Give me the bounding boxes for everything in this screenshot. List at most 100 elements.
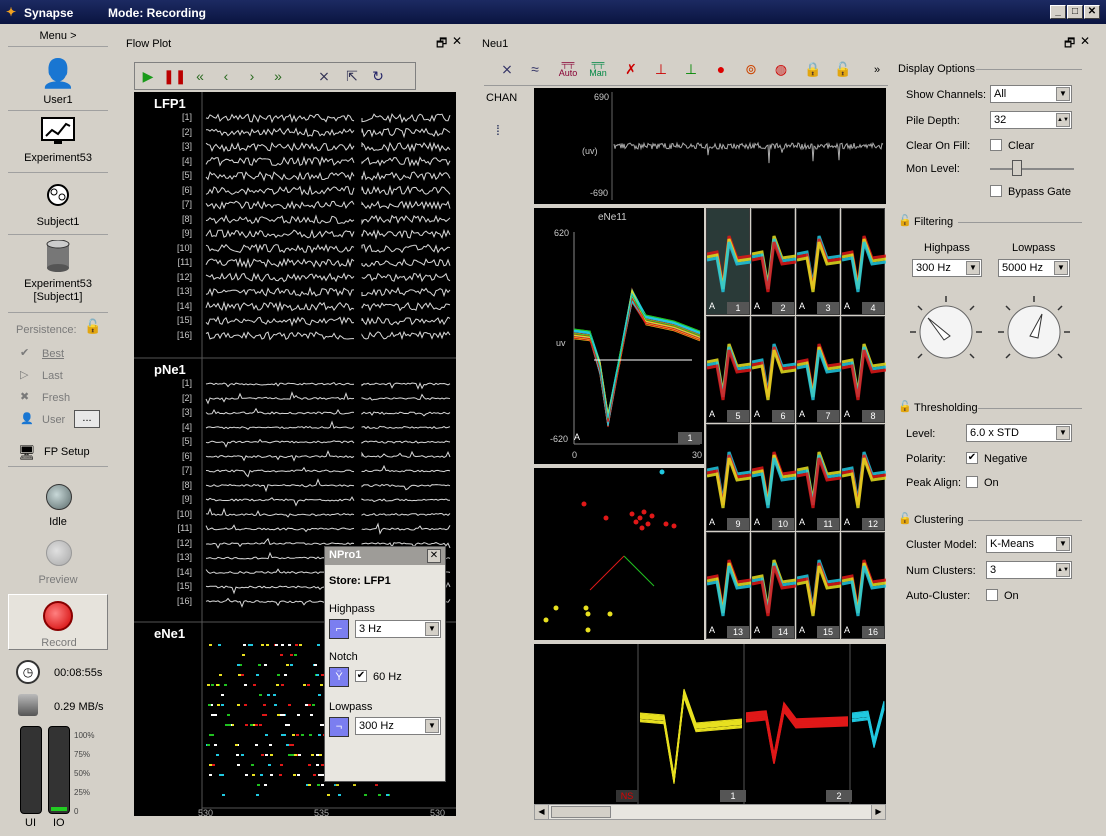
- axis-red-icon[interactable]: ⊥: [650, 58, 672, 80]
- idle-label[interactable]: Idle: [6, 516, 110, 528]
- spike-cell[interactable]: A 10: [751, 424, 797, 531]
- spike-cell[interactable]: A5: [706, 316, 752, 423]
- user-icon[interactable]: 👤: [40, 56, 76, 92]
- cluster-model-select[interactable]: K-Means ▼: [986, 535, 1072, 553]
- spike-cell[interactable]: A7: [796, 316, 842, 423]
- filter-lock-icon[interactable]: 🔓: [898, 214, 912, 227]
- level-select[interactable]: 6.0 x STD ▼: [966, 424, 1072, 442]
- negative-checkbox[interactable]: ✔: [966, 452, 978, 464]
- scroll-left-icon[interactable]: ◀: [535, 805, 549, 819]
- npro-lowpass-select[interactable]: 300 Hz ▼: [355, 717, 441, 735]
- globe-icon[interactable]: ◍: [770, 58, 792, 80]
- fresh-option[interactable]: Fresh: [42, 392, 70, 404]
- step-back-icon[interactable]: ‹: [215, 65, 237, 87]
- experiment-label[interactable]: Experiment53: [6, 152, 110, 164]
- clusters-icon[interactable]: ●: [710, 58, 732, 80]
- menu-button[interactable]: Menu >: [6, 30, 110, 42]
- close-button[interactable]: ✕: [1084, 5, 1100, 19]
- export-icon[interactable]: ⇱: [341, 65, 363, 87]
- spike-cell[interactable]: A 14: [751, 532, 797, 639]
- play-icon[interactable]: ▶: [137, 65, 159, 87]
- scroll-thumb[interactable]: [551, 806, 611, 818]
- undock-icon[interactable]: 🗗: [436, 34, 447, 55]
- maximize-button[interactable]: □: [1067, 5, 1083, 19]
- cluster-lock-icon[interactable]: 🔓: [898, 512, 912, 525]
- notch-filter-icon[interactable]: Ϋ: [329, 667, 349, 687]
- monitor-icon[interactable]: 🖥: [18, 444, 36, 461]
- lock-open-icon[interactable]: 🔓: [832, 58, 854, 80]
- stream-trace[interactable]: 690 (uv) -690: [534, 88, 886, 204]
- peak-align-checkbox[interactable]: [966, 476, 978, 488]
- wave-icon[interactable]: ≈: [524, 58, 546, 80]
- idle-icon[interactable]: [46, 484, 72, 510]
- refresh-icon[interactable]: ↻: [367, 65, 389, 87]
- spike-cell[interactable]: A 12: [841, 424, 887, 531]
- lowpass-filter-icon[interactable]: ¬: [329, 717, 349, 737]
- pile-depth-input[interactable]: 32 ▲▼: [990, 111, 1072, 129]
- fast-forward-icon[interactable]: »: [267, 65, 289, 87]
- scroll-right-icon[interactable]: ▶: [871, 805, 885, 819]
- num-clusters-input[interactable]: 3 ▲▼: [986, 561, 1072, 579]
- spike-cell[interactable]: A1: [706, 208, 752, 315]
- overflow-icon[interactable]: »: [874, 64, 880, 76]
- spike-cell[interactable]: A2: [751, 208, 797, 315]
- spike-cell[interactable]: A 13: [706, 532, 752, 639]
- auto-button[interactable]: ╤╤ Auto: [556, 58, 580, 78]
- settings-undock-icon[interactable]: 🗗: [1064, 34, 1075, 55]
- user-option[interactable]: User: [42, 414, 65, 426]
- npro-close-icon[interactable]: ✕: [427, 549, 441, 563]
- preview-icon[interactable]: [46, 540, 72, 566]
- collapse-icon[interactable]: ⨯: [496, 58, 518, 80]
- spike-cell[interactable]: A6: [751, 316, 797, 423]
- spike-cell[interactable]: A 15: [796, 532, 842, 639]
- cluster-waves[interactable]: NS 1 2: [534, 644, 886, 804]
- rings-icon[interactable]: ⊚: [740, 58, 762, 80]
- user-label[interactable]: User1: [6, 94, 110, 106]
- highpass-select[interactable]: 300 Hz ▼: [912, 259, 982, 277]
- lock-closed-icon[interactable]: 🔒: [802, 58, 824, 80]
- lock-icon[interactable]: 🔓: [84, 318, 101, 335]
- best-option[interactable]: Best: [42, 348, 64, 360]
- block-label-2[interactable]: [Subject1]: [6, 291, 110, 303]
- axis-green-icon[interactable]: ⊥: [680, 58, 702, 80]
- npro-highpass-select[interactable]: 3 Hz ▼: [355, 620, 441, 638]
- spike-cell[interactable]: A8: [841, 316, 887, 423]
- bypass-gate-checkbox[interactable]: [990, 185, 1002, 197]
- subject-label[interactable]: Subject1: [6, 216, 110, 228]
- pause-icon[interactable]: ❚❚: [163, 65, 186, 87]
- compress-icon[interactable]: ⨯: [313, 65, 335, 87]
- no-threshold-icon[interactable]: ✗: [620, 58, 642, 80]
- spike-cell[interactable]: A9: [706, 424, 752, 531]
- notch-checkbox[interactable]: ✔: [355, 670, 367, 682]
- preview-label[interactable]: Preview: [6, 574, 110, 586]
- subject-icon[interactable]: [40, 180, 76, 216]
- manual-button[interactable]: ╤╤ Man: [586, 58, 610, 78]
- fp-setup-button[interactable]: FP Setup: [44, 446, 90, 458]
- cluster-scatter[interactable]: [534, 468, 704, 640]
- highpass-filter-icon[interactable]: ⌐: [329, 619, 349, 639]
- rewind-icon[interactable]: «: [189, 65, 211, 87]
- main-spike-plot[interactable]: eNe11 620 uv -620 0 30 A 1: [534, 208, 704, 464]
- record-button[interactable]: Record: [8, 594, 108, 650]
- last-option[interactable]: Last: [42, 370, 63, 382]
- show-channels-select[interactable]: All ▼: [990, 85, 1072, 103]
- highpass-knob[interactable]: [906, 292, 986, 368]
- user-browse-button[interactable]: ...: [74, 410, 100, 428]
- auto-cluster-checkbox[interactable]: [986, 589, 998, 601]
- spike-cell[interactable]: A3: [796, 208, 842, 315]
- lowpass-select[interactable]: 5000 Hz ▼: [998, 259, 1070, 277]
- minimize-button[interactable]: _: [1050, 5, 1066, 19]
- step-forward-icon[interactable]: ›: [241, 65, 263, 87]
- block-label-1[interactable]: Experiment53: [6, 278, 110, 290]
- spike-cell[interactable]: A4: [841, 208, 887, 315]
- chart-monitor-icon[interactable]: [40, 116, 76, 152]
- spike-cell[interactable]: A 16: [841, 532, 887, 639]
- mon-level-slider[interactable]: [1012, 160, 1022, 176]
- database-icon[interactable]: [40, 239, 76, 276]
- clear-checkbox[interactable]: [990, 139, 1002, 151]
- lowpass-knob[interactable]: [994, 292, 1074, 368]
- settings-close-icon[interactable]: ✕: [1080, 34, 1090, 48]
- spike-cell[interactable]: A 11: [796, 424, 842, 531]
- horizontal-scrollbar[interactable]: ◀ ▶: [534, 804, 886, 820]
- panel-close-icon[interactable]: ✕: [452, 34, 462, 48]
